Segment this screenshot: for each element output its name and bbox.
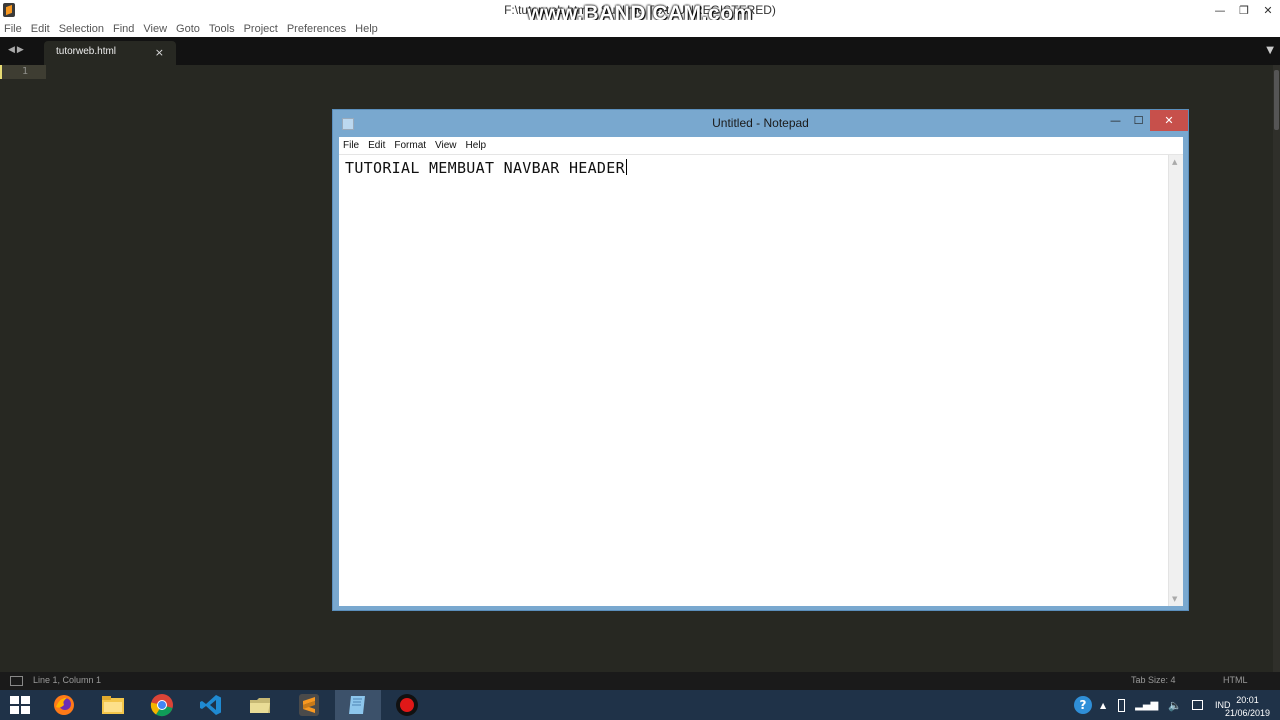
current-line-highlight: 1 <box>0 65 46 79</box>
menu-selection[interactable]: Selection <box>59 23 104 35</box>
menu-help[interactable]: Help <box>355 23 378 35</box>
syntax-mode[interactable]: HTML <box>1223 675 1248 685</box>
notepad-close-icon[interactable]: ✕ <box>1150 110 1188 131</box>
editor-scrollbar-thumb[interactable] <box>1274 70 1279 130</box>
tab-size[interactable]: Tab Size: 4 <box>1131 675 1176 685</box>
menu-find[interactable]: Find <box>113 23 134 35</box>
menu-tools[interactable]: Tools <box>209 23 235 35</box>
menu-goto[interactable]: Goto <box>176 23 200 35</box>
notepad-maximize-icon[interactable]: ☐ <box>1127 110 1150 131</box>
notepad-content: TUTORIAL MEMBUAT NAVBAR HEADER <box>345 159 627 177</box>
notification-icon[interactable] <box>1191 700 1203 710</box>
tab-bar: ◀▶ tutorweb.html × ▼ <box>0 37 1280 65</box>
tray-expand-icon[interactable]: ▲ <box>1100 701 1106 710</box>
sublime-menubar: File Edit Selection Find View Goto Tools… <box>0 20 1280 37</box>
cursor-position: Line 1, Column 1 <box>33 675 102 685</box>
menu-preferences[interactable]: Preferences <box>287 23 346 35</box>
tab-nav-arrows-icon[interactable]: ◀▶ <box>8 45 26 55</box>
chrome-icon[interactable] <box>139 690 185 720</box>
notepad-menu-file[interactable]: File <box>343 140 359 151</box>
tab-close-icon[interactable]: × <box>155 46 164 59</box>
line-number: 1 <box>22 66 29 77</box>
notepad-menu-view[interactable]: View <box>435 140 457 151</box>
system-tray: ? ▲ ▂▄▆ 🔈 IND <box>1074 690 1230 720</box>
sublime-text-icon[interactable] <box>286 690 332 720</box>
close-icon[interactable]: ✕ <box>1256 0 1280 20</box>
bandicam-record-icon[interactable] <box>384 690 430 720</box>
text-caret <box>625 159 627 175</box>
notepad-titlebar[interactable]: Untitled - Notepad — ☐ ✕ <box>333 110 1188 137</box>
minimize-icon[interactable]: — <box>1208 0 1232 20</box>
notepad-menu-help[interactable]: Help <box>466 140 487 151</box>
notepad-minimize-icon[interactable]: — <box>1104 110 1127 131</box>
battery-icon[interactable] <box>1118 698 1126 712</box>
desktop-screen: F:\tutorweb.html - Sublime Text (UNREGIS… <box>0 0 1280 720</box>
scroll-down-icon[interactable]: ▼ <box>1172 595 1177 603</box>
tab-tutorweb[interactable]: tutorweb.html × <box>44 41 176 65</box>
menu-project[interactable]: Project <box>244 23 278 35</box>
taskbar-clock[interactable]: 20:01 21/06/2019 <box>1225 694 1270 720</box>
volume-icon[interactable]: 🔈 <box>1168 699 1182 712</box>
notepad-menu-format[interactable]: Format <box>394 140 426 151</box>
maximize-icon[interactable]: ❐ <box>1232 0 1256 20</box>
notepad-text-area[interactable]: TUTORIAL MEMBUAT NAVBAR HEADER ▲ ▼ <box>339 154 1183 606</box>
notepad-menu-edit[interactable]: Edit <box>368 140 385 151</box>
status-bar: Line 1, Column 1 Tab Size: 4 HTML <box>0 672 1280 690</box>
notepad-content-text: TUTORIAL MEMBUAT NAVBAR HEADER <box>345 159 625 177</box>
notepad-window-controls: — ☐ ✕ <box>1104 110 1188 131</box>
file-explorer-icon[interactable] <box>90 690 136 720</box>
folder-icon[interactable] <box>237 690 283 720</box>
firefox-icon[interactable] <box>41 690 87 720</box>
editor-scrollbar[interactable] <box>1273 65 1280 672</box>
vscode-icon[interactable] <box>188 690 234 720</box>
notepad-taskbar-icon[interactable] <box>335 690 381 720</box>
windows-start-icon[interactable] <box>10 696 30 714</box>
notepad-title: Untitled - Notepad <box>712 116 809 130</box>
help-icon[interactable]: ? <box>1074 696 1092 714</box>
line-marker <box>0 65 2 79</box>
menu-view[interactable]: View <box>143 23 167 35</box>
network-icon[interactable]: ▂▄▆ <box>1135 700 1158 711</box>
notepad-scrollbar[interactable]: ▲ ▼ <box>1168 155 1183 606</box>
sublime-titlebar: F:\tutorweb.html - Sublime Text (UNREGIS… <box>0 0 1280 25</box>
notepad-window: Untitled - Notepad — ☐ ✕ File Edit Forma… <box>332 109 1189 611</box>
panel-toggle-icon[interactable] <box>10 676 23 686</box>
scroll-up-icon[interactable]: ▲ <box>1172 158 1177 166</box>
clock-date: 21/06/2019 <box>1224 708 1270 718</box>
menu-file[interactable]: File <box>4 23 22 35</box>
menu-edit[interactable]: Edit <box>31 23 50 35</box>
clock-time: 20:01 <box>1236 695 1259 705</box>
window-controls: — ❐ ✕ <box>1208 0 1280 20</box>
taskbar: ? ▲ ▂▄▆ 🔈 IND 20:01 21/06/2019 <box>0 690 1280 720</box>
notepad-menubar: File Edit Format View Help <box>339 137 1183 154</box>
tab-overflow-icon[interactable]: ▼ <box>1266 45 1274 56</box>
tab-label: tutorweb.html <box>56 46 117 57</box>
